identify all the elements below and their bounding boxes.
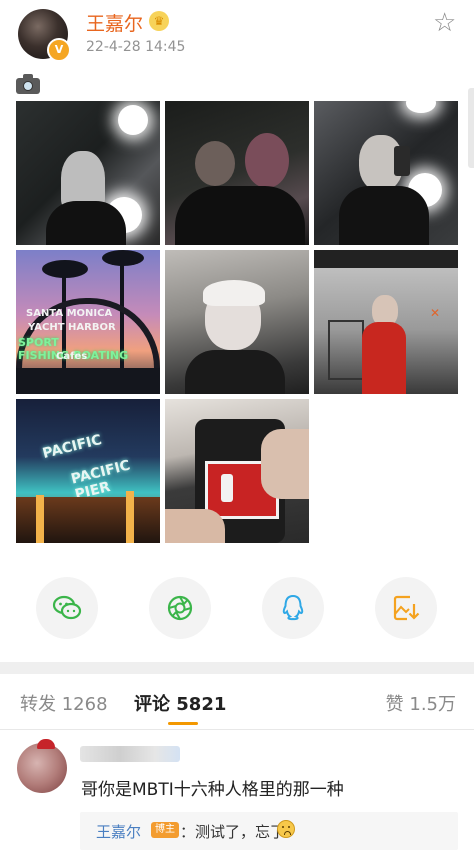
crown-badge-icon: ♛ [149,11,169,31]
favorite-star-icon[interactable]: ☆ [433,10,456,36]
scrollbar[interactable] [468,88,474,168]
qq-icon [282,594,304,621]
author-avatar[interactable]: V [18,9,71,62]
reply-author-name[interactable]: 王嘉尔 [96,821,141,842]
photo-4[interactable]: SANTA MONICA YACHT HARBOR SPORT FISHING·… [16,250,160,394]
save-image-button[interactable] [375,577,437,639]
commenter-avatar[interactable] [17,739,67,793]
active-tab-indicator [168,722,198,725]
photo-5[interactable] [165,250,309,394]
share-wechat-button[interactable] [36,577,98,639]
sad-face-emoji-icon [277,820,295,838]
photo-3[interactable] [314,101,458,245]
section-divider [0,662,474,674]
commenter-name-blurred[interactable] [80,746,180,762]
reply-text: ：测试了，忘了 [180,823,286,841]
tabs-divider [0,729,474,730]
camera-icon [16,73,40,95]
post-time: 22-4-28 14:45 [86,39,186,55]
tab-comments[interactable]: 评论 5821 [134,690,226,716]
author-reply[interactable]: 王嘉尔 博主 ：测试了，忘了 [80,812,458,850]
post-header: V 王嘉尔 ♛ 22-4-28 14:45 ☆ [0,0,474,70]
photo-6[interactable]: ✕ [314,250,458,394]
moments-icon [167,595,193,621]
wechat-icon [52,595,82,620]
blogger-badge: 博主 [151,822,179,838]
tab-reposts[interactable]: 转发 1268 [20,690,108,716]
photo-8[interactable] [165,399,309,543]
photo-1[interactable] [16,101,160,245]
save-image-icon [393,595,420,621]
comment-text: 哥你是MBTI十六种人格里的那一种 [81,780,344,800]
photo-7[interactable]: PACIFIC PACIFIC PIER [16,399,160,543]
tab-likes[interactable]: 赞 1.5万 [386,690,456,716]
author-name[interactable]: 王嘉尔 [86,9,143,36]
share-qq-button[interactable] [262,577,324,639]
verified-icon: V [47,38,71,62]
photo-2[interactable] [165,101,309,245]
share-moments-button[interactable] [149,577,211,639]
